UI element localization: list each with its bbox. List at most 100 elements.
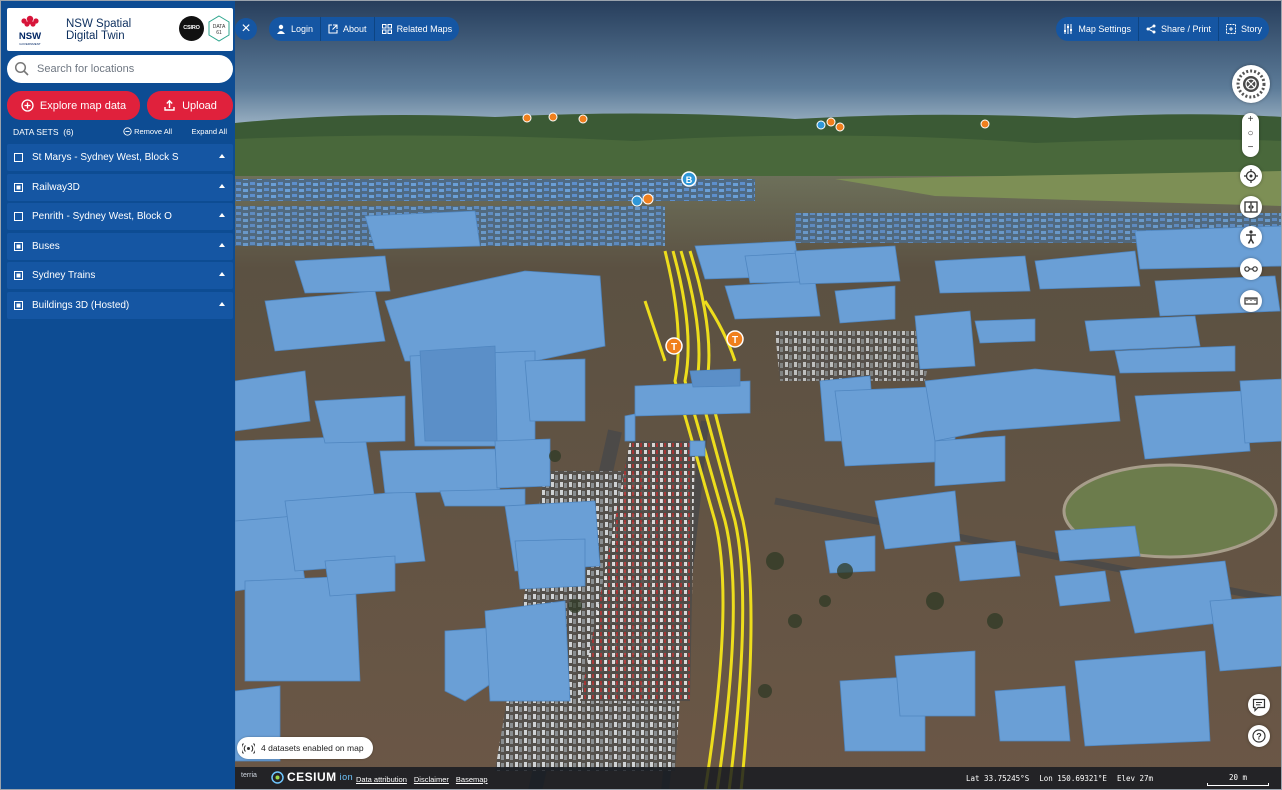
map-settings-button[interactable]: Map Settings <box>1056 17 1139 41</box>
collapse-caret-icon[interactable] <box>219 154 225 158</box>
map-3d-scene[interactable]: T T B <box>235 1 1282 790</box>
collapse-caret-icon[interactable] <box>219 183 225 188</box>
dataset-item-sydney-trains[interactable]: Sydney Trains <box>7 262 233 290</box>
split-screen-button[interactable] <box>1240 196 1262 218</box>
chat-icon <box>1252 698 1266 712</box>
login-button[interactable]: Login <box>269 17 322 41</box>
collapse-caret-icon[interactable] <box>219 213 225 218</box>
upload-label: Upload <box>182 99 217 112</box>
broadcast-icon <box>242 742 255 754</box>
help-icon: ? <box>1252 729 1266 743</box>
basemap-link[interactable]: Basemap <box>456 775 488 784</box>
terria-logo[interactable]: terria <box>241 772 257 779</box>
app-window: T T B NSW GOVERNMENT NSW Spatial Digital… <box>0 0 1282 790</box>
bus-marker-label: B <box>686 175 693 185</box>
my-location-button[interactable] <box>1240 165 1262 187</box>
zoom-in-button[interactable]: + <box>1242 113 1259 127</box>
story-button[interactable]: Story <box>1219 17 1269 41</box>
upload-button[interactable]: Upload <box>147 91 233 120</box>
datasets-heading: DATA SETS <box>13 127 59 137</box>
about-button[interactable]: About <box>321 17 375 41</box>
map-settings-label: Map Settings <box>1078 24 1131 34</box>
toolbar-right: Map Settings Share / Print Story <box>1056 17 1269 41</box>
footer-links: Data attribution Disclaimer Basemap <box>356 775 488 784</box>
ruler-icon <box>1244 297 1258 305</box>
grid-icon <box>381 24 392 34</box>
zoom-reset-button[interactable]: ○ <box>1242 127 1259 141</box>
dataset-visibility-checkbox[interactable] <box>14 300 23 310</box>
disclaimer-link[interactable]: Disclaimer <box>414 775 449 784</box>
svg-text:61: 61 <box>216 30 222 36</box>
pedestrian-icon <box>1246 230 1256 244</box>
zoom-out-button[interactable]: − <box>1242 141 1259 155</box>
dataset-visibility-checkbox[interactable] <box>14 182 23 192</box>
dataset-item-buildings-3d[interactable]: Buildings 3D (Hosted) <box>7 291 233 319</box>
dataset-item-penrith[interactable]: Penrith - Sydney West, Block O <box>7 203 233 231</box>
dataset-item-st-marys[interactable]: St Marys - Sydney West, Block S <box>7 144 233 171</box>
datasets-enabled-badge[interactable]: 4 datasets enabled on map <box>237 737 373 759</box>
user-icon <box>277 24 285 34</box>
feedback-tool-button[interactable] <box>1240 290 1262 312</box>
toolbar-left: Login About Related Maps <box>269 17 460 41</box>
help-button[interactable]: ? <box>1248 725 1270 747</box>
related-maps-button[interactable]: Related Maps <box>375 17 460 41</box>
cesium-ion-text: ion <box>339 772 354 782</box>
add-circle-icon <box>21 99 34 112</box>
map-footer: terria CESIUM ion Data attribution Discl… <box>235 767 1281 789</box>
compass-control[interactable] <box>1232 65 1270 103</box>
upload-icon <box>164 99 175 111</box>
story-icon <box>1225 24 1236 34</box>
dataset-item-railway3d[interactable]: Railway3D <box>7 173 233 201</box>
measure-tool-button[interactable] <box>1240 258 1262 280</box>
dataset-item-buses[interactable]: Buses <box>7 232 233 260</box>
dataset-visibility-checkbox[interactable] <box>14 153 23 162</box>
sliders-icon <box>1064 24 1073 34</box>
feedback-button[interactable] <box>1248 694 1270 716</box>
latitude-readout: Lat 33.75245°S <box>966 774 1030 783</box>
close-sidebar-button[interactable]: × <box>235 18 257 40</box>
crosshair-icon <box>1244 169 1258 183</box>
sidebar-panel: NSW GOVERNMENT NSW Spatial Digital Twin … <box>1 1 235 789</box>
dataset-label: Railway3D <box>32 181 80 193</box>
csiro-logo: CSIRO <box>179 16 204 41</box>
app-title: NSW Spatial Digital Twin <box>66 17 132 42</box>
related-maps-label: Related Maps <box>396 24 453 34</box>
dataset-visibility-checkbox[interactable] <box>14 241 23 251</box>
share-print-label: Share / Print <box>1160 24 1211 34</box>
share-print-button[interactable]: Share / Print <box>1139 17 1219 41</box>
zoom-control: + ○ − <box>1242 113 1259 157</box>
measure-icon <box>1244 266 1258 272</box>
location-search-bar[interactable] <box>7 55 233 83</box>
dataset-label: Penrith - Sydney West, Block O <box>32 211 172 223</box>
remove-all-button[interactable]: Remove All <box>123 127 172 136</box>
collapse-caret-icon[interactable] <box>219 242 225 247</box>
expand-all-button[interactable]: Expand All <box>192 127 227 136</box>
data-attribution-link[interactable]: Data attribution <box>356 775 407 784</box>
collapse-caret-icon[interactable] <box>219 272 225 277</box>
datasets-enabled-text: 4 datasets enabled on map <box>261 743 364 753</box>
explore-map-data-button[interactable]: Explore map data <box>7 91 140 120</box>
pedestrian-mode-button[interactable] <box>1240 226 1262 248</box>
dataset-label: St Marys - Sydney West, Block S <box>32 152 179 163</box>
cesium-ion-logo[interactable]: CESIUM ion <box>271 770 353 784</box>
datasets-list: St Marys - Sydney West, Block S Railway3… <box>7 144 233 322</box>
map-viewport[interactable]: T T B <box>235 1 1282 790</box>
train-marker-label: T <box>671 342 677 353</box>
remove-circle-icon <box>123 127 132 136</box>
elevation-readout: Elev 27m <box>1116 774 1154 783</box>
svg-text:GOVERNMENT: GOVERNMENT <box>19 42 41 46</box>
brand-header[interactable]: NSW GOVERNMENT NSW Spatial Digital Twin … <box>7 8 233 51</box>
search-icon <box>14 61 30 77</box>
remove-all-label: Remove All <box>134 127 173 136</box>
dataset-visibility-checkbox[interactable] <box>14 212 23 222</box>
longitude-readout: Lon 150.69321°E <box>1039 774 1107 783</box>
cesium-text: CESIUM <box>287 770 337 784</box>
scale-bar: 20 m <box>1207 773 1269 786</box>
search-input[interactable] <box>37 63 217 75</box>
dataset-visibility-checkbox[interactable] <box>14 271 23 281</box>
login-label: Login <box>291 24 314 34</box>
collapse-caret-icon[interactable] <box>219 301 225 306</box>
share-icon <box>1146 24 1156 34</box>
compass-icon <box>1236 69 1266 99</box>
datasets-count: (6) <box>63 127 74 137</box>
